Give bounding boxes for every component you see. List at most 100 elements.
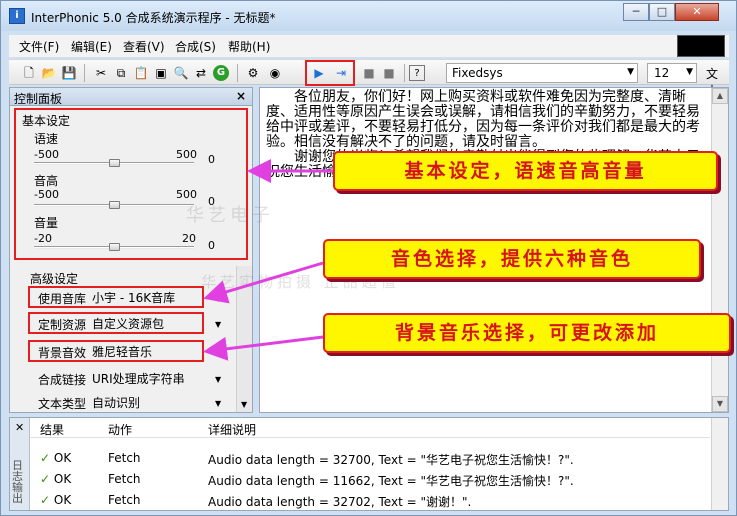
- close-icon[interactable]: ×: [236, 89, 246, 103]
- synthesis-link-select[interactable]: URI处理成字符串: [88, 368, 224, 388]
- log-row[interactable]: ✓ OK Fetch Audio data length = 32702, Te…: [30, 490, 710, 509]
- new-file-icon[interactable]: 🗋: [21, 65, 37, 81]
- toolbar-separator: [404, 64, 405, 82]
- copy-icon[interactable]: ⧉: [113, 65, 129, 81]
- volume-min: -20: [34, 232, 52, 245]
- synthesis-link-label: 合成链接: [38, 373, 87, 387]
- replace-icon[interactable]: ⇄: [193, 65, 209, 81]
- pitch-min: -500: [34, 188, 59, 201]
- editor-paragraph: 各位朋友，你们好！网上购买资料或软件难免因为完整度、清晰度、适用性等原因产生误会…: [266, 89, 700, 150]
- scroll-down-icon[interactable]: ▼: [712, 396, 728, 412]
- stop-icon[interactable]: ■: [361, 65, 377, 81]
- result-cell: ✓ OK: [40, 472, 71, 486]
- minimize-button[interactable]: ─: [623, 3, 649, 21]
- volume-label: 音量: [34, 216, 59, 230]
- custom-resource-select[interactable]: 自定义资源包: [88, 313, 224, 333]
- check-icon: ✓: [40, 472, 51, 486]
- log-row[interactable]: ✓ OK Fetch Audio data length = 11662, Te…: [30, 469, 710, 488]
- chevron-double-down-icon[interactable]: ▼: [241, 400, 247, 409]
- watermark-text: 华艺电子: [186, 205, 274, 226]
- chevron-down-icon[interactable]: ▼: [215, 375, 221, 384]
- text-type-select[interactable]: 自动识别: [88, 392, 224, 412]
- log-header: 结果 动作 详细说明: [30, 418, 710, 438]
- chevron-down-icon[interactable]: ▼: [215, 320, 221, 329]
- detail-cell: Audio data length = 11662, Text = "华艺电子祝…: [208, 474, 574, 488]
- play-icon[interactable]: ▶: [311, 65, 327, 81]
- log-side-label: 日志输出: [12, 459, 23, 505]
- paste-icon[interactable]: 📋: [133, 65, 149, 81]
- help-icon[interactable]: ?: [409, 65, 425, 81]
- font-size-select[interactable]: 12 ▼: [647, 63, 697, 83]
- voice-icon[interactable]: ◉: [267, 65, 283, 81]
- pitch-max: 500: [176, 188, 197, 201]
- scroll-up-icon[interactable]: ▲: [712, 88, 728, 104]
- chevron-down-icon[interactable]: ▼: [215, 294, 221, 303]
- log-scrollbar[interactable]: [711, 418, 728, 510]
- toolbar: 🗋 📂 💾 ✂ ⧉ 📋 ▣ 🔍 ⇄ G ⚙ ◉ ▶ ⇥ ■ ■ ? Fixeds…: [9, 59, 729, 98]
- control-panel-header: 控制面板 ×: [10, 88, 252, 106]
- callout-background-music: 背景音乐选择，可更改添加: [323, 313, 731, 353]
- result-cell: ✓ OK: [40, 493, 71, 507]
- font-size-value: 12: [654, 66, 670, 80]
- image-icon[interactable]: ▣: [153, 65, 169, 81]
- chevron-down-icon[interactable]: ▼: [215, 399, 221, 408]
- background-music-select[interactable]: 雅尼轻音乐: [88, 341, 224, 361]
- text-type-label: 文本类型: [38, 397, 87, 411]
- menu-view[interactable]: 查看(V): [123, 38, 165, 55]
- volume-max: 20: [182, 232, 196, 245]
- synthesis-link-value: URI处理成字符串: [92, 372, 185, 386]
- font-select[interactable]: Fixedsys ▼: [446, 63, 638, 83]
- close-icon[interactable]: ✕: [15, 421, 24, 434]
- action-cell: Fetch: [108, 472, 141, 486]
- settings-icon[interactable]: ⚙: [245, 65, 261, 81]
- maximize-button[interactable]: □: [649, 3, 675, 21]
- open-file-icon[interactable]: 📂: [41, 65, 57, 81]
- detail-cell: Audio data length = 32702, Text = "谢谢！".: [208, 495, 472, 509]
- control-panel-title: 控制面板: [14, 92, 63, 106]
- background-music-value: 雅尼轻音乐: [92, 345, 153, 359]
- detail-cell: Audio data length = 32700, Text = "华艺电子祝…: [208, 453, 574, 467]
- save-file-icon[interactable]: 💾: [61, 65, 77, 81]
- result-text: OK: [53, 472, 72, 486]
- log-row[interactable]: ✓ OK Fetch Audio data length = 32700, Te…: [30, 448, 710, 467]
- log-panel: ✕ 日志输出 结果 动作 详细说明 ✓ OK Fetch Audio data …: [9, 417, 729, 511]
- basic-settings-heading: 基本设定: [22, 114, 71, 128]
- column-detail[interactable]: 详细说明: [208, 421, 256, 438]
- control-panel: 控制面板 × 基本设定 语速 -500 500 0 音高 -500 500 0 …: [9, 87, 253, 413]
- volume-slider-thumb[interactable]: [109, 243, 120, 251]
- close-button[interactable]: ✕: [675, 3, 719, 21]
- volume-value: 0: [208, 239, 215, 252]
- background-music-label: 背景音效: [38, 346, 87, 360]
- menu-help[interactable]: 帮助(H): [228, 38, 270, 55]
- menu-synthesis[interactable]: 合成(S): [175, 38, 216, 55]
- result-text: OK: [53, 493, 72, 507]
- menu-file[interactable]: 文件(F): [19, 38, 59, 55]
- custom-resource-value: 自定义资源包: [92, 317, 165, 331]
- action-cell: Fetch: [108, 493, 141, 507]
- column-action[interactable]: 动作: [108, 421, 132, 438]
- speed-max: 500: [176, 148, 197, 161]
- text-type-value: 自动识别: [92, 396, 141, 410]
- find-icon[interactable]: 🔍: [173, 65, 189, 81]
- go-icon[interactable]: G: [213, 65, 229, 81]
- speed-slider-thumb[interactable]: [109, 159, 120, 167]
- cut-icon[interactable]: ✂: [93, 65, 109, 81]
- chevron-down-icon: ▼: [686, 67, 693, 77]
- advanced-settings-heading: 高级设定: [30, 272, 79, 286]
- menu-edit[interactable]: 编辑(E): [71, 38, 112, 55]
- check-icon: ✓: [40, 493, 51, 507]
- speed-value: 0: [208, 153, 215, 166]
- speed-label: 语速: [34, 132, 59, 146]
- menu-bar: 文件(F) 编辑(E) 查看(V) 合成(S) 帮助(H): [9, 35, 729, 57]
- title-bar: i InterPhonic 5.0 合成系统演示程序 - 无标题* ─ □ ✕: [1, 1, 736, 31]
- pitch-slider-thumb[interactable]: [109, 201, 120, 209]
- chevron-down-icon: ▼: [627, 67, 634, 77]
- voice-library-label: 使用音库: [38, 292, 87, 306]
- callout-basic-settings: 基本设定，语速音高音量: [333, 151, 718, 191]
- result-text: OK: [53, 451, 72, 465]
- export-icon[interactable]: ⇥: [333, 65, 349, 81]
- pause-icon[interactable]: ■: [381, 65, 397, 81]
- editor-scrollbar[interactable]: ▲ ▼: [711, 88, 728, 412]
- result-cell: ✓ OK: [40, 451, 71, 465]
- column-result[interactable]: 结果: [40, 421, 64, 438]
